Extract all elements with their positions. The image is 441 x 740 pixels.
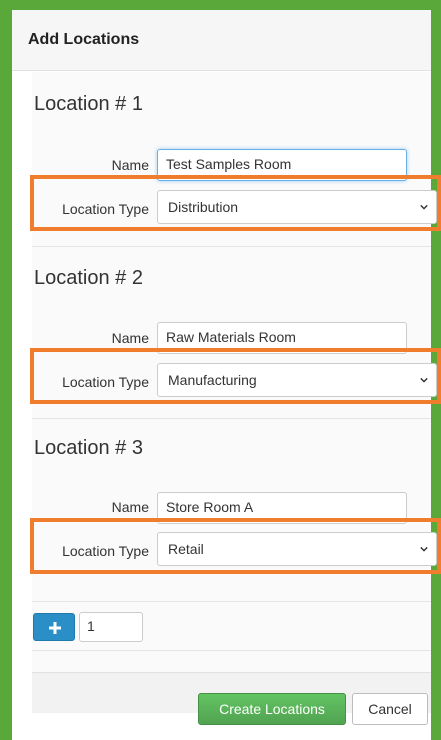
location-3-type-select[interactable]: Retail xyxy=(157,532,437,566)
create-locations-button[interactable]: Create Locations xyxy=(198,693,346,725)
location-3-name-label: Name xyxy=(111,499,149,515)
location-2-heading: Location # 2 xyxy=(34,267,143,289)
section-divider xyxy=(32,418,431,419)
location-1-type-label: Location Type xyxy=(62,201,149,217)
section-divider xyxy=(32,650,431,651)
location-3-type-value: Retail xyxy=(168,541,204,557)
add-location-button[interactable] xyxy=(33,613,75,641)
section-divider xyxy=(32,246,431,247)
location-1-type-value: Distribution xyxy=(168,199,239,215)
chevron-down-icon xyxy=(420,546,428,552)
chevron-down-icon xyxy=(420,204,428,210)
chevron-down-icon xyxy=(420,377,428,383)
location-1-name-label: Name xyxy=(111,157,149,173)
location-2-type-label: Location Type xyxy=(62,374,149,390)
dialog-header: Add Locations xyxy=(12,10,431,71)
dialog-title: Add Locations xyxy=(28,31,140,48)
location-2-type-value: Manufacturing xyxy=(168,372,257,388)
location-3-heading: Location # 3 xyxy=(34,437,143,459)
plus-icon xyxy=(49,622,61,634)
location-2-name-label: Name xyxy=(111,330,149,346)
cancel-button[interactable]: Cancel xyxy=(352,693,428,725)
location-count-input[interactable]: 1 xyxy=(79,612,143,642)
location-2-type-select[interactable]: Manufacturing xyxy=(157,363,437,397)
location-3-type-label: Location Type xyxy=(62,543,149,559)
location-1-heading: Location # 1 xyxy=(34,93,143,115)
section-divider xyxy=(32,601,431,602)
location-1-type-select[interactable]: Distribution xyxy=(157,190,437,224)
